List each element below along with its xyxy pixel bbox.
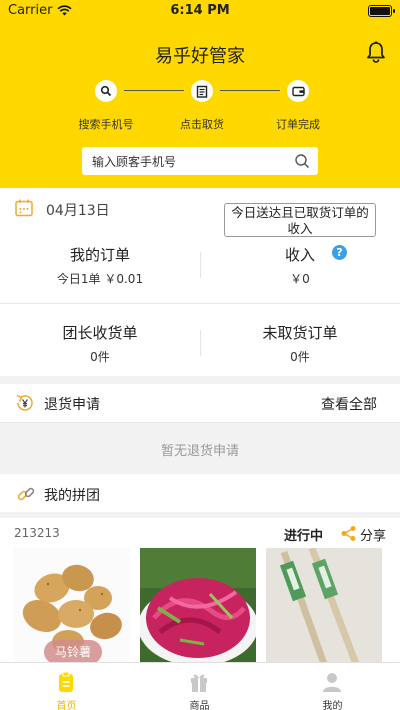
product-image-salad[interactable] [140,548,256,664]
view-all-link[interactable]: 查看全部 [321,394,377,414]
tab-products[interactable]: 商品 [133,663,266,710]
step-label: 点击取货 [180,118,224,131]
pending-pickup-value: 0件 [290,350,310,364]
returns-label: 退货申请 [44,397,100,413]
income-value: ￥0 [290,272,310,286]
product-label: 马铃薯 [44,640,102,664]
tab-label: 我的 [322,701,343,710]
app-title: 易乎好管家 [155,46,245,67]
my-orders-summary: 今日1单 ￥0.01 [56,272,144,286]
date-label: 04月13日 [46,203,110,219]
header: Carrier 6:14 PM 易乎好管家 搜索手机号 点击取货 订单完成 输入… [0,0,400,188]
tab-bar: 首页 商品 我的 [0,662,400,710]
group-id: 213213 [14,526,60,540]
returns-empty-text: 暂无退货申请 [160,444,239,459]
step-label: 订单完成 [276,118,320,131]
tab-label: 商品 [189,701,210,710]
group-buy-label: 我的拼团 [44,488,100,504]
tab-mine[interactable]: 我的 [266,663,399,710]
my-orders-title[interactable]: 我的订单 [0,244,200,265]
share-icon[interactable] [340,525,357,542]
yen-return-icon [16,394,33,411]
link-icon [17,487,35,501]
income-notice-button[interactable]: 今日送达且已取货订单的收入 [224,203,376,237]
share-label[interactable]: 分享 [360,525,386,544]
pending-pickup-title[interactable]: 未取货订单 [200,322,400,343]
tab-home[interactable]: 首页 [0,663,133,710]
product-image-chopsticks[interactable] [266,548,382,664]
search-icon[interactable] [294,153,310,169]
tab-label: 首页 [56,701,77,710]
step-label: 搜索手机号 [78,118,134,131]
step-search-phone[interactable]: 搜索手机号 [61,80,151,132]
search-input[interactable]: 输入顾客手机号 [82,147,318,175]
clipboard-icon [59,671,73,692]
gift-icon [191,674,207,692]
user-icon [323,673,341,692]
help-icon[interactable]: ? [332,245,347,260]
step-order-complete[interactable]: 订单完成 [253,80,343,132]
battery-icon [368,5,395,17]
search-placeholder: 输入顾客手机号 [92,155,177,169]
group-status: 进行中 [284,529,324,544]
clipboard-icon [196,85,208,98]
step-pickup[interactable]: 点击取货 [157,80,247,132]
bell-icon[interactable] [364,40,388,64]
calendar-icon [15,199,33,217]
status-bar: Carrier 6:14 PM [0,0,400,22]
leader-receipt-value: 0件 [90,350,110,364]
income-title[interactable]: 收入 [200,244,400,265]
leader-receipt-title[interactable]: 团长收货单 [0,322,200,343]
wallet-icon [291,86,305,96]
search-icon [100,85,112,97]
status-time: 6:14 PM [170,3,230,18]
divider [0,422,400,423]
